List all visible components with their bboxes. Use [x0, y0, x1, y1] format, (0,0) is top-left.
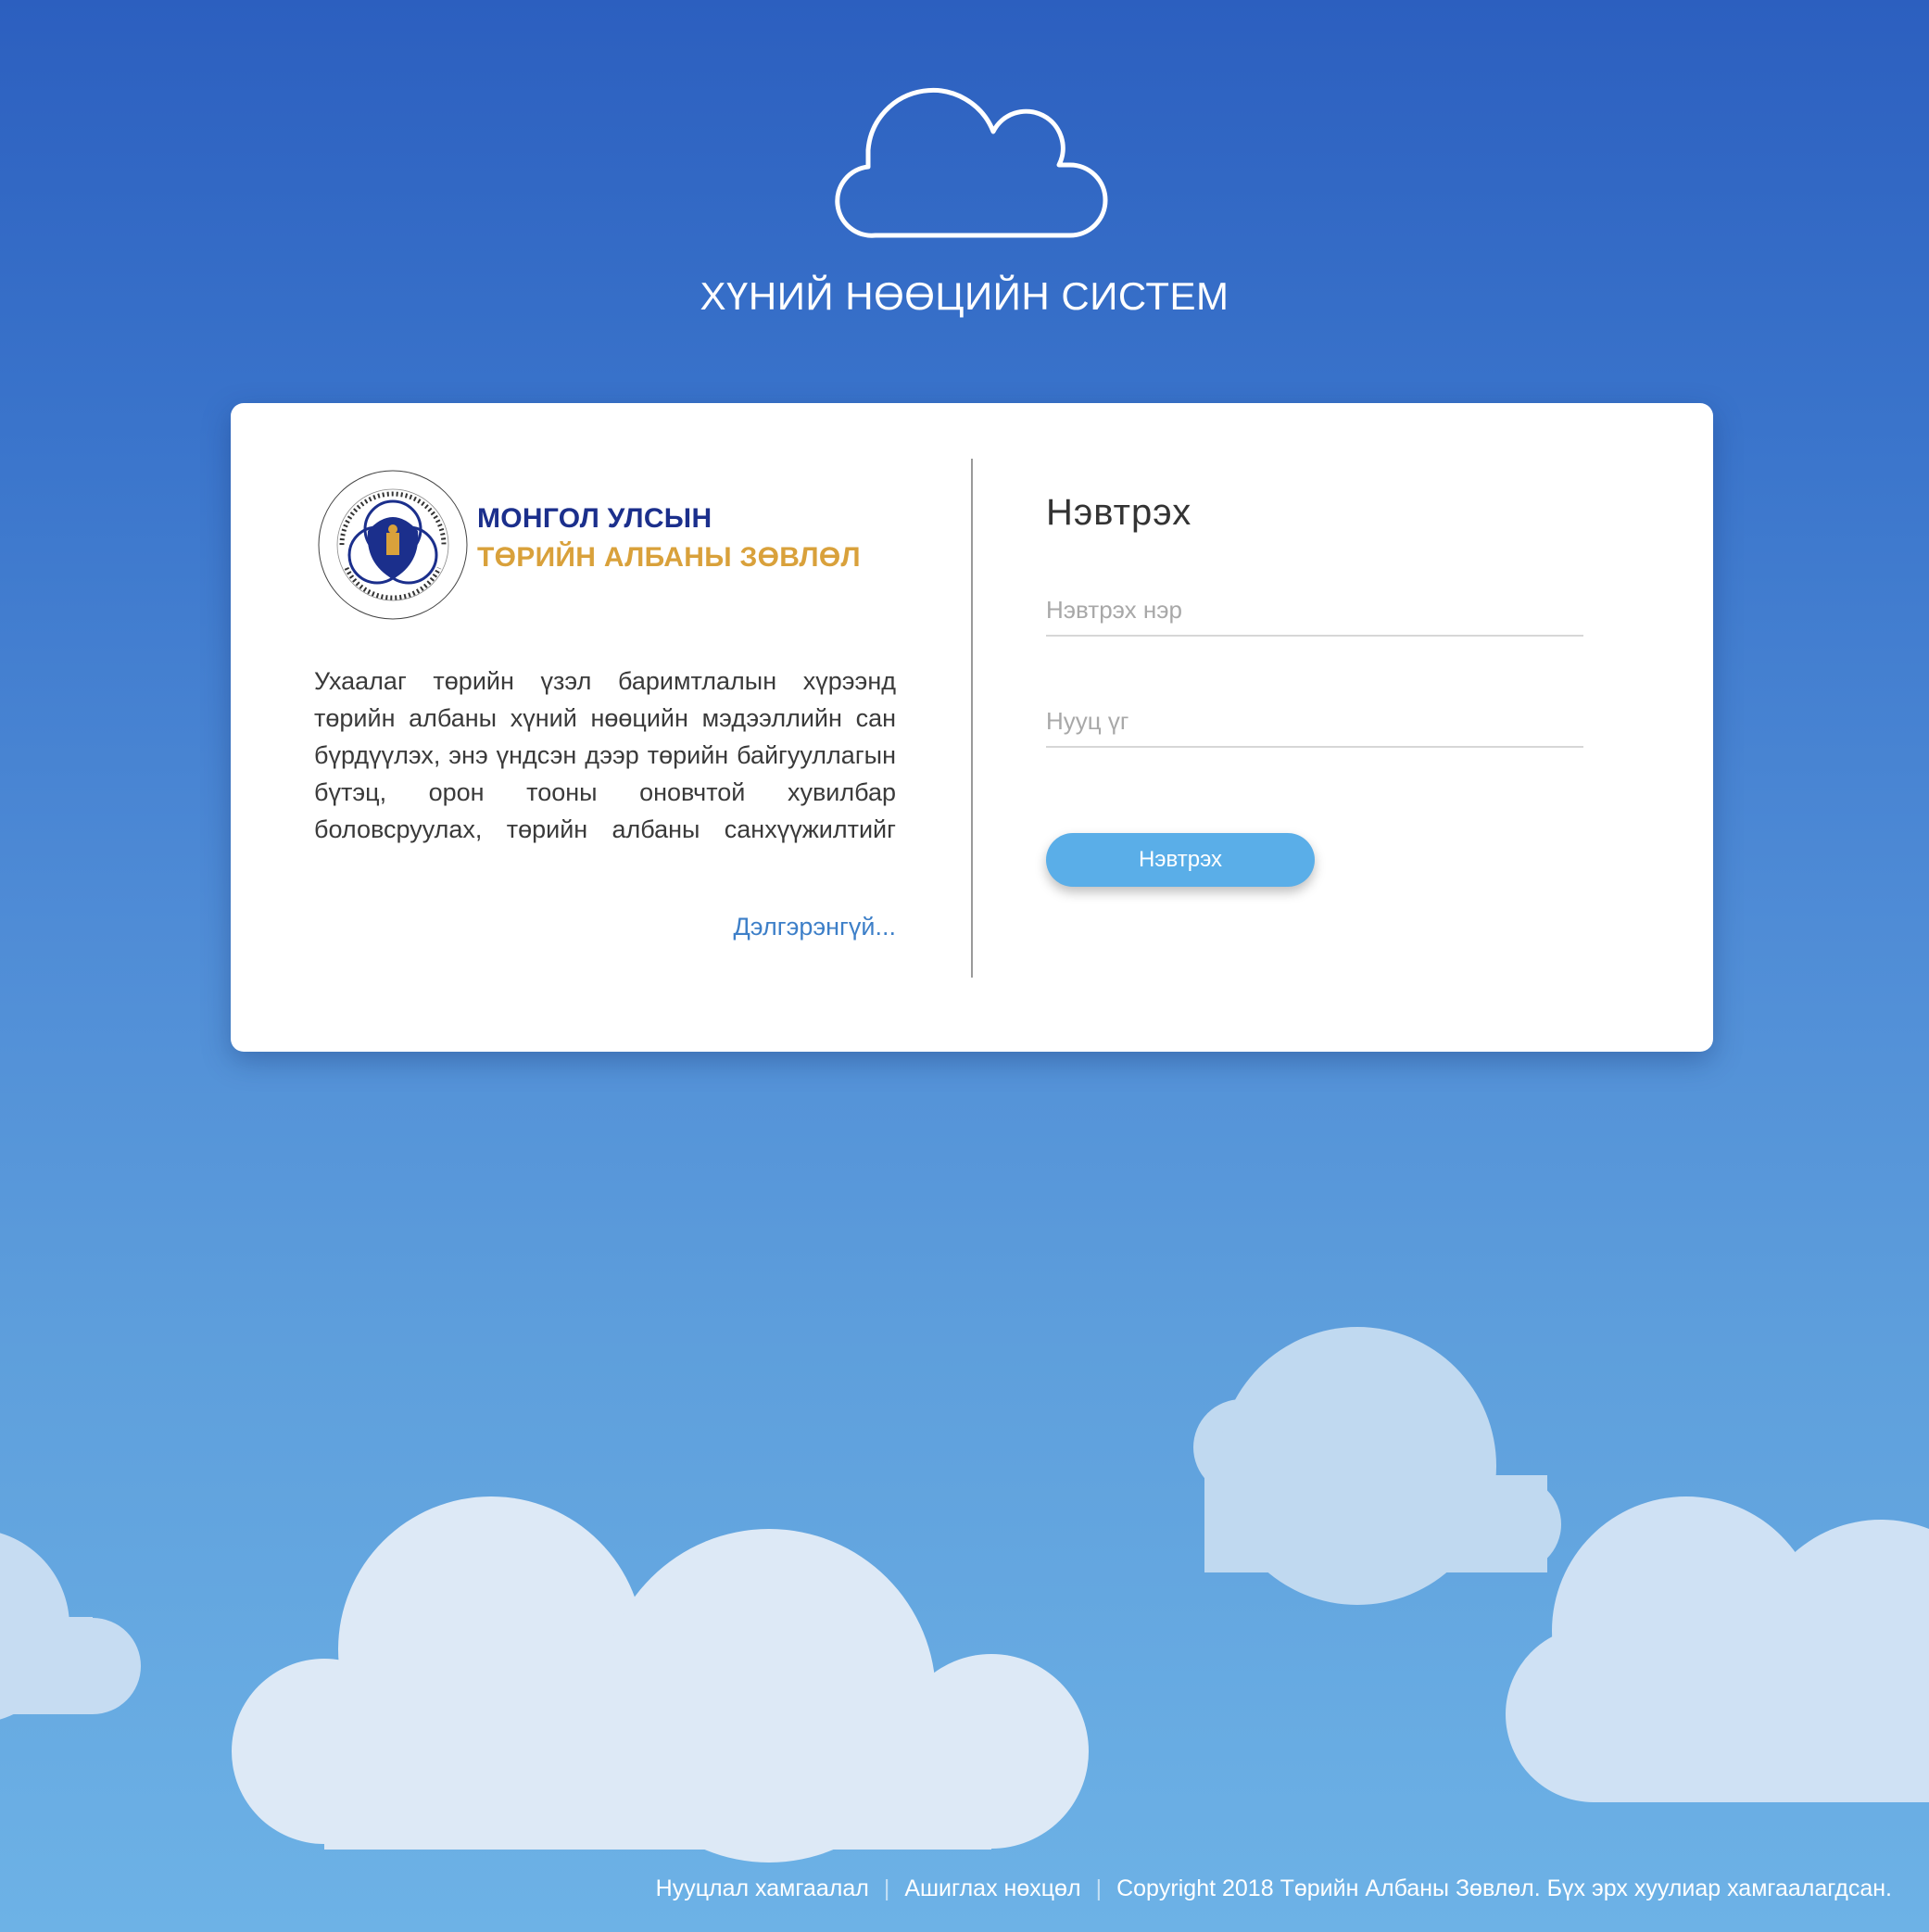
- terms-link[interactable]: Ашиглах нөхцөл: [904, 1875, 1080, 1902]
- copyright-text: Copyright 2018 Төрийн Албаны Зөвлөл. Бүх…: [1116, 1875, 1892, 1901]
- organization-name-line1: МОНГОЛ УЛСЫН: [477, 503, 712, 534]
- cloud-big: [232, 1496, 1089, 1863]
- login-title: Нэвтрэх: [1046, 492, 1192, 533]
- login-button[interactable]: Нэвтрэх: [1046, 833, 1315, 887]
- cloud-middle-right: [1193, 1327, 1561, 1605]
- password-input[interactable]: [1046, 696, 1583, 748]
- organization-logo: [318, 470, 468, 620]
- footer-separator: |: [1095, 1875, 1103, 1901]
- app-title: ХҮНИЙ НӨӨЦИЙН СИСТЕМ: [700, 274, 1229, 318]
- login-card: МОНГОЛ УЛСЫН ТӨРИЙН АЛБАНЫ ЗӨВЛӨЛ Ухаала…: [231, 403, 1713, 1052]
- cloud-left: [0, 1533, 141, 1720]
- cloud-right: [1506, 1496, 1929, 1802]
- cloud-icon: [835, 88, 1108, 238]
- footer: Нууцлал хамгаалал | Ашиглах нөхцөл | Cop…: [656, 1875, 1892, 1902]
- footer-separator: |: [883, 1875, 890, 1901]
- privacy-link[interactable]: Нууцлал хамгаалал: [656, 1875, 869, 1902]
- description-text: Ухаалаг төрийн үзэл баримтлалын хүрээнд …: [314, 667, 896, 843]
- divider: [971, 459, 973, 978]
- read-more-link[interactable]: Дэлгэрэнгүй...: [314, 913, 897, 941]
- organization-name-line2: ТӨРИЙН АЛБАНЫ ЗӨВЛӨЛ: [477, 542, 861, 573]
- username-input[interactable]: [1046, 585, 1583, 637]
